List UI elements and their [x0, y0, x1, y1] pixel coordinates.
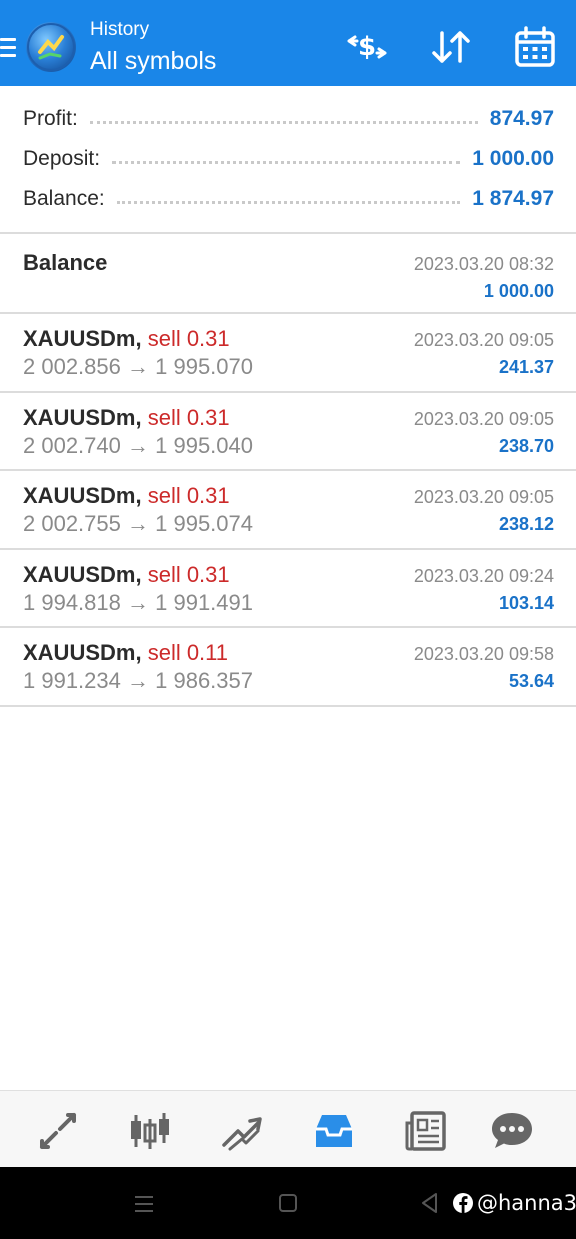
deal-profit: 103.14 — [498, 593, 554, 613]
arrow-icon: → — [127, 668, 149, 693]
symbol-name: XAUUSDm, — [23, 483, 142, 508]
deal-symbol: XAUUSDm, sell 0.31 — [23, 562, 230, 588]
news-icon[interactable] — [404, 1109, 448, 1153]
symbol-name: XAUUSDm, — [23, 640, 142, 665]
chart-icon[interactable] — [128, 1109, 172, 1153]
deal-side-volume: sell 0.31 — [147, 483, 230, 508]
symbol-name: XAUUSDm, — [23, 405, 142, 430]
watermark-text: @hanna3 — [477, 1191, 576, 1215]
open-price: 1 994.818 — [23, 590, 121, 615]
balance-label: Balance: — [23, 187, 105, 210]
profit-row: Profit: 874.97 — [23, 105, 554, 133]
dotted-leader — [112, 160, 461, 164]
deal-time: 2023.03.20 09:58 — [413, 644, 554, 664]
arrow-icon: → — [127, 354, 149, 379]
close-price: 1 995.040 — [155, 433, 253, 458]
symbol-name: XAUUSDm, — [23, 562, 142, 587]
quotes-icon[interactable] — [36, 1109, 80, 1153]
deal-side-volume: sell 0.11 — [147, 640, 229, 665]
deposit-value: 1 000.00 — [472, 147, 554, 170]
calendar-icon[interactable] — [513, 25, 557, 69]
close-price: 1 986.357 — [155, 668, 253, 693]
sort-icon[interactable] — [429, 25, 473, 69]
close-price: 1 995.074 — [155, 511, 253, 536]
recent-apps-icon[interactable] — [134, 1195, 154, 1218]
deal-profit: 238.12 — [498, 514, 554, 534]
back-icon[interactable] — [420, 1192, 438, 1219]
deal-row[interactable]: XAUUSDm, sell 0.11 1 991.234 → 1 986.357… — [0, 628, 576, 707]
deal-profit: 241.37 — [498, 357, 554, 377]
currency-exchange-icon[interactable]: $ — [345, 25, 389, 69]
open-price: 2 002.856 — [23, 354, 121, 379]
balance-row: Balance: 1 874.97 — [23, 185, 554, 213]
open-price: 2 002.755 — [23, 511, 121, 536]
deal-prices: 2 002.740 → 1 995.040 — [23, 433, 253, 459]
deal-symbol: XAUUSDm, sell 0.31 — [23, 483, 230, 509]
home-icon[interactable] — [278, 1193, 298, 1218]
deal-symbol: XAUUSDm, sell 0.11 — [23, 640, 228, 666]
deal-row[interactable]: XAUUSDm, sell 0.31 1 994.818 → 1 991.491… — [0, 550, 576, 628]
bottom-navigation — [0, 1090, 576, 1167]
profit-value: 874.97 — [489, 107, 554, 130]
dotted-leader — [89, 120, 478, 124]
deposit-label: Deposit: — [23, 147, 101, 170]
facebook-icon — [453, 1193, 473, 1213]
svg-text:$: $ — [358, 32, 376, 62]
deal-profit: 53.64 — [508, 671, 554, 691]
deal-time: 2023.03.20 09:24 — [413, 566, 554, 586]
deal-time: 2023.03.20 09:05 — [413, 409, 554, 429]
close-price: 1 991.491 — [155, 590, 253, 615]
balance-operation-row[interactable]: Balance 2023.03.20 08:32 1 000.00 — [0, 234, 576, 314]
deal-row[interactable]: XAUUSDm, sell 0.31 2 002.856 → 1 995.070… — [0, 314, 576, 393]
operation-amount: 1 000.00 — [483, 281, 554, 301]
messages-icon[interactable] — [490, 1109, 534, 1153]
app-header: History All symbols $ — [0, 0, 576, 86]
open-price: 2 002.740 — [23, 433, 121, 458]
close-price: 1 995.070 — [155, 354, 253, 379]
deal-prices: 2 002.755 → 1 995.074 — [23, 511, 253, 537]
deal-row[interactable]: XAUUSDm, sell 0.31 2 002.755 → 1 995.074… — [0, 471, 576, 550]
deal-symbol: XAUUSDm, sell 0.31 — [23, 405, 230, 431]
deal-side-volume: sell 0.31 — [147, 562, 230, 587]
deal-profit: 238.70 — [498, 436, 554, 456]
deal-time: 2023.03.20 09:05 — [413, 487, 554, 507]
operation-time: 2023.03.20 08:32 — [413, 254, 554, 274]
arrow-icon: → — [127, 590, 149, 615]
arrow-icon: → — [127, 511, 149, 536]
dotted-leader — [116, 200, 461, 204]
summary-panel: Profit: 874.97 Deposit: 1 000.00 Balance… — [0, 86, 576, 234]
profit-label: Profit: — [23, 107, 78, 130]
open-price: 1 991.234 — [23, 668, 121, 693]
deal-prices: 1 991.234 → 1 986.357 — [23, 668, 253, 694]
deposit-row: Deposit: 1 000.00 — [23, 145, 554, 173]
history-icon[interactable] — [312, 1109, 356, 1153]
deal-side-volume: sell 0.31 — [147, 326, 230, 351]
deal-row[interactable]: XAUUSDm, sell 0.31 2 002.740 → 1 995.040… — [0, 393, 576, 471]
deal-prices: 2 002.856 → 1 995.070 — [23, 354, 253, 380]
symbol-name: XAUUSDm, — [23, 326, 142, 351]
header-subtitle: History — [90, 19, 150, 40]
header-title[interactable]: All symbols — [90, 47, 216, 76]
watermark: @hanna3 — [452, 1190, 576, 1216]
metatrader-logo — [26, 22, 76, 72]
deal-side-volume: sell 0.31 — [147, 405, 230, 430]
deal-prices: 1 994.818 → 1 991.491 — [23, 590, 253, 616]
deal-time: 2023.03.20 09:05 — [413, 330, 554, 350]
balance-value: 1 874.97 — [472, 187, 554, 210]
deal-symbol: XAUUSDm, sell 0.31 — [23, 326, 230, 352]
arrow-icon: → — [127, 433, 149, 458]
trade-icon[interactable] — [220, 1109, 264, 1153]
menu-icon[interactable] — [0, 38, 16, 58]
operation-title: Balance — [23, 250, 108, 275]
